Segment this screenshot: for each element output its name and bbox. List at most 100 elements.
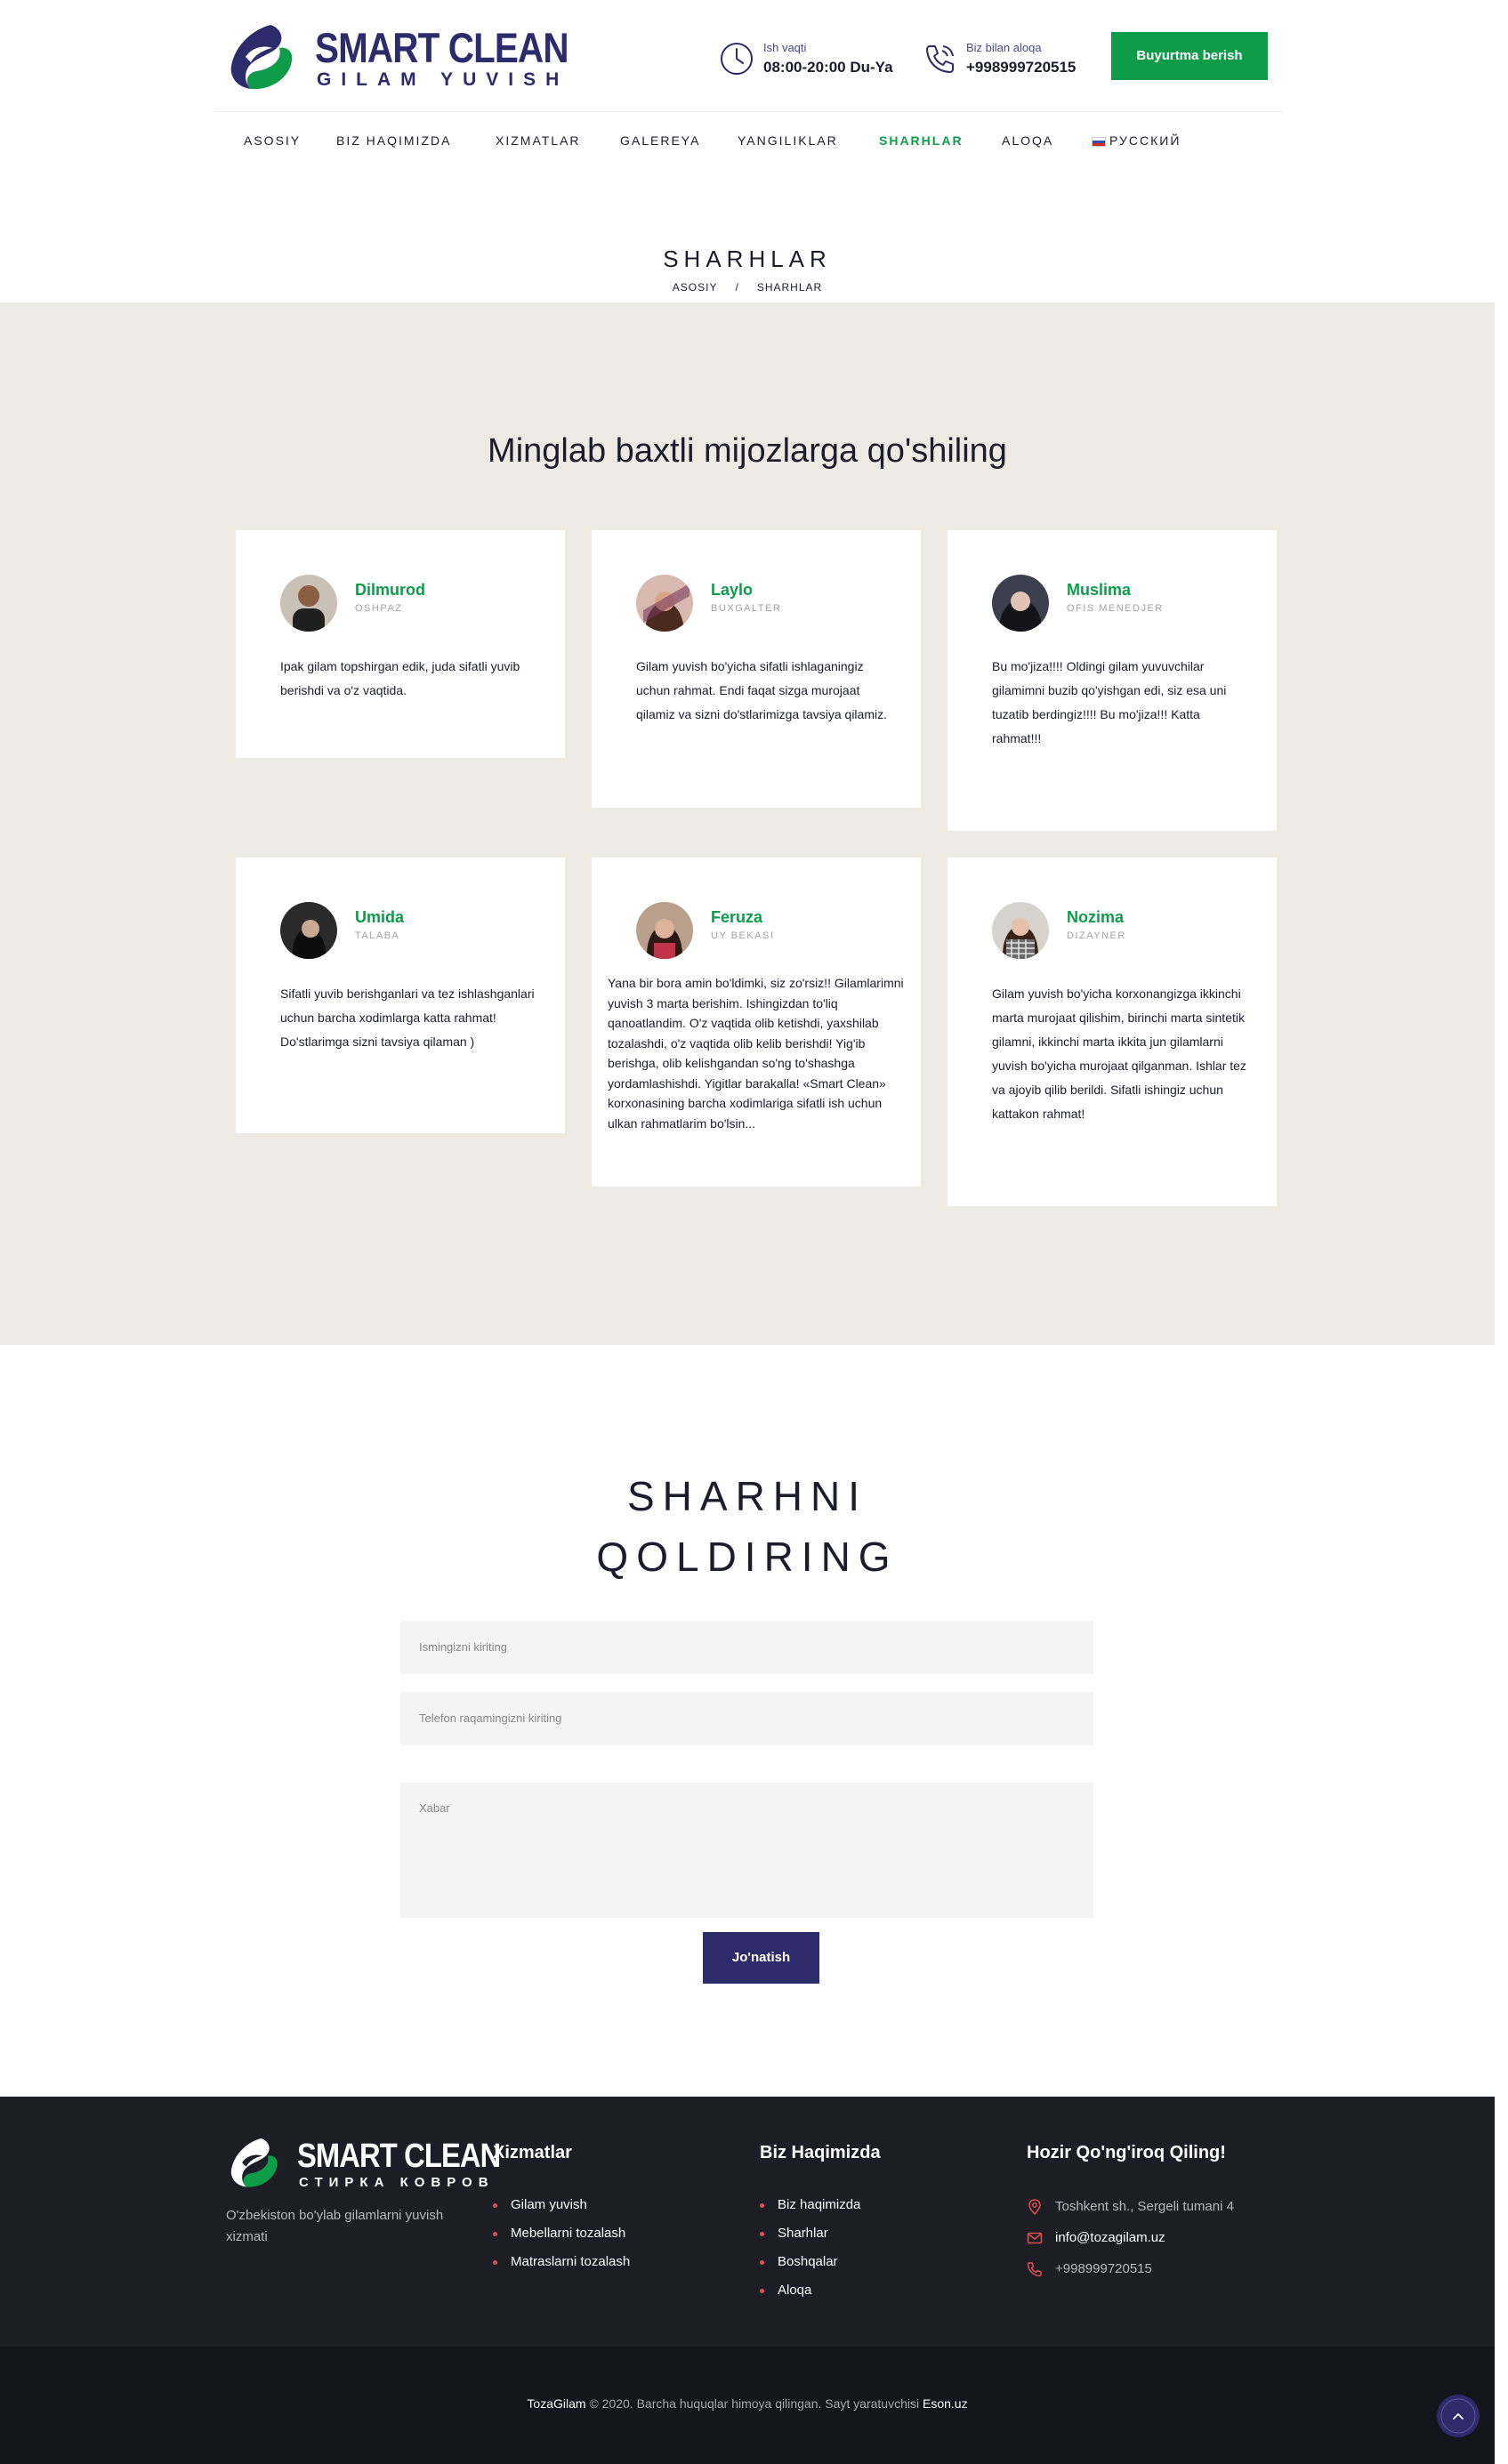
copyright-bar: TozaGilam © 2020. Barcha huquqlar himoya…	[0, 2347, 1495, 2464]
contact-label: Biz bilan aloqa	[966, 41, 1042, 54]
review-text: Bu mo'jiza!!!! Oldingi gilam yuvuvchilar…	[992, 659, 1227, 745]
review-card: Laylo BUXGALTER Gilam yuvish bo'yicha si…	[592, 530, 921, 808]
contact-phone[interactable]: Biz bilan aloqa +998999720515	[922, 41, 1126, 80]
review-card: Dilmurod OSHPAZ Ipak gilam topshirgan ed…	[236, 530, 565, 758]
footer-contact-list: Toshkent sh., Sergeli tumani 4 info@toza…	[1027, 2191, 1234, 2284]
footer-link-sharhlar[interactable]: Sharhlar	[760, 2219, 860, 2248]
copyright-body: © 2020. Barcha huquqlar himoya qilingan.…	[589, 2396, 920, 2411]
copyright-author[interactable]: Eson.uz	[923, 2396, 968, 2411]
phone-input[interactable]: Telefon raqamingizni kiriting	[400, 1692, 1093, 1745]
clock-icon	[721, 43, 753, 75]
avatar	[636, 575, 693, 632]
reviewer-name: Muslima	[1067, 581, 1132, 599]
russian-flag-icon	[1092, 136, 1106, 147]
footer-logo[interactable]: SMART CLEAN СТИРКА КОВРОВ	[226, 2136, 501, 2193]
avatar	[992, 575, 1049, 632]
reviewer-role: UY BEKASI	[711, 930, 775, 941]
review-text: Yana bir bora amin bo'ldimki, siz zo'rsi…	[608, 976, 904, 1131]
review-text: Ipak gilam topshirgan edik, juda sifatli…	[280, 659, 520, 697]
mail-icon	[1027, 2232, 1043, 2244]
footer-link-mebellarni-tozalash[interactable]: Mebellarni tozalash	[493, 2219, 630, 2248]
footer-services-list: Gilam yuvish Mebellarni tozalash Matrasl…	[493, 2191, 630, 2276]
footer-logo-title: SMART CLEAN	[297, 2138, 501, 2175]
footer-phone-text: +998999720515	[1055, 2261, 1152, 2276]
logo-subtitle: GILAM YUVISH	[317, 69, 569, 90]
form-title-line2: QOLDIRING	[596, 1534, 899, 1580]
footer-about-list: Biz haqimizda Sharhlar Boshqalar Aloqa	[760, 2191, 860, 2305]
reviewer-role: TALABA	[355, 930, 400, 941]
review-card: Muslima OFIS MENEDJER Bu mo'jiza!!!! Old…	[948, 530, 1277, 831]
reviewer-name: Umida	[355, 908, 405, 926]
reviewer-role: OFIS MENEDJER	[1067, 603, 1164, 614]
footer-link-matraslarni-tozalash[interactable]: Matraslarni tozalash	[493, 2248, 630, 2276]
name-input[interactable]: Ismingizni kiriting	[400, 1621, 1093, 1674]
logo-mark-icon	[230, 25, 293, 90]
reviewer-role: BUXGALTER	[711, 603, 782, 614]
footer-phone[interactable]: +998999720515	[1027, 2253, 1234, 2284]
avatar	[992, 902, 1049, 959]
reviews-section: Minglab baxtli mijozlarga qo'shiling Dil…	[0, 302, 1495, 1345]
logo-title: SMART CLEAN	[315, 24, 569, 71]
reviews-heading: Minglab baxtli mijozlarga qo'shiling	[488, 432, 1007, 470]
form-title: SHARHNI QOLDIRING	[0, 1466, 1495, 1587]
nav-item-asosiy[interactable]: ASOSIY	[244, 133, 301, 148]
footer-logo-subtitle: СТИРКА КОВРОВ	[299, 2175, 495, 2190]
copyright-brand[interactable]: TozaGilam	[527, 2396, 585, 2411]
page-title: SHARHLAR	[663, 246, 832, 272]
work-hours-value: 08:00-20:00 Du-Ya	[763, 59, 893, 76]
reviewer-name: Feruza	[711, 908, 763, 926]
review-text: Gilam yuvish bo'yicha korxonangizga ikki…	[992, 986, 1246, 1121]
review-card: Feruza UY BEKASI Yana bir bora amin bo'l…	[592, 858, 921, 1187]
phone-icon	[926, 45, 954, 73]
nav-item-yangiliklar[interactable]: YANGILIKLAR	[738, 133, 838, 148]
site-header: SMART CLEAN GILAM YUVISH Ish vaqti 08:00…	[215, 0, 1283, 112]
site-footer: SMART CLEAN СТИРКА КОВРОВ O'zbekiston bo…	[0, 2097, 1495, 2347]
language-label: РУССКИЙ	[1109, 133, 1181, 148]
footer-logo-mark-icon	[230, 2138, 278, 2187]
nav-item-galereya[interactable]: GALEREYA	[620, 133, 700, 148]
phone-icon	[1027, 2262, 1042, 2277]
footer-link-biz-haqimizda[interactable]: Biz haqimizda	[760, 2191, 860, 2219]
reviewer-name: Nozima	[1067, 908, 1125, 926]
footer-email[interactable]: info@tozagilam.uz	[1027, 2222, 1234, 2253]
breadcrumb-current: SHARHLAR	[756, 281, 823, 294]
review-text: Gilam yuvish bo'yicha sifatli ishlaganin…	[636, 659, 887, 721]
review-text: Sifatli yuvib berishganlari va tez ishla…	[280, 986, 535, 1049]
review-card: Umida TALABA Sifatli yuvib berishganlari…	[236, 858, 565, 1133]
location-pin-icon	[1028, 2199, 1041, 2215]
work-hours-label: Ish vaqti	[763, 41, 807, 54]
avatar	[636, 902, 693, 959]
copyright-text: TozaGilam © 2020. Barcha huquqlar himoya…	[0, 2396, 1495, 2411]
footer-address: Toshkent sh., Sergeli tumani 4	[1027, 2191, 1234, 2222]
reviewer-role: DIZAYNER	[1067, 930, 1126, 941]
scroll-to-top-button[interactable]	[1437, 2395, 1480, 2437]
footer-contact-heading: Hozir Qo'ng'iroq Qiling!	[1027, 2143, 1226, 2162]
footer-link-gilam-yuvish[interactable]: Gilam yuvish	[493, 2191, 630, 2219]
nav-item-language[interactable]: РУССКИЙ	[1092, 133, 1181, 148]
breadcrumb-separator: /	[735, 281, 739, 294]
nav-item-xizmatlar[interactable]: XIZMATLAR	[496, 133, 581, 148]
breadcrumb-home[interactable]: ASOSIY	[673, 281, 718, 294]
footer-description: O'zbekiston bo'ylab gilamlarni yuvish xi…	[226, 2208, 444, 2244]
footer-services-heading: Xizmatlar	[493, 2143, 572, 2162]
work-hours: Ish vaqti 08:00-20:00 Du-Ya	[719, 41, 923, 80]
nav-item-biz-haqimizda[interactable]: BIZ HAQIMIZDA	[336, 133, 451, 148]
review-card: Nozima DIZAYNER Gilam yuvish bo'yicha ko…	[948, 858, 1277, 1206]
message-textarea[interactable]: Xabar	[400, 1783, 1093, 1918]
reviewer-role: OSHPAZ	[355, 603, 403, 614]
breadcrumb: ASOSIY / SHARHLAR	[0, 281, 1495, 294]
reviewer-name: Dilmurod	[355, 581, 425, 599]
order-button[interactable]: Buyurtma berish	[1111, 32, 1268, 80]
footer-link-boshqalar[interactable]: Boshqalar	[760, 2248, 860, 2276]
avatar	[280, 575, 337, 632]
contact-value: +998999720515	[966, 59, 1077, 76]
nav-item-aloqa[interactable]: ALOQA	[1002, 133, 1053, 148]
footer-address-text: Toshkent sh., Sergeli tumani 4	[1055, 2199, 1234, 2214]
submit-button[interactable]: Jo'natish	[703, 1932, 819, 1984]
form-title-line1: SHARHNI	[626, 1473, 868, 1519]
nav-item-sharhlar[interactable]: SHARHLAR	[879, 133, 964, 148]
chevron-up-icon	[1440, 2398, 1476, 2434]
footer-link-aloqa[interactable]: Aloqa	[760, 2276, 860, 2305]
brand-logo[interactable]: SMART CLEAN GILAM YUVISH	[224, 21, 569, 94]
footer-email-text: info@tozagilam.uz	[1055, 2230, 1165, 2245]
